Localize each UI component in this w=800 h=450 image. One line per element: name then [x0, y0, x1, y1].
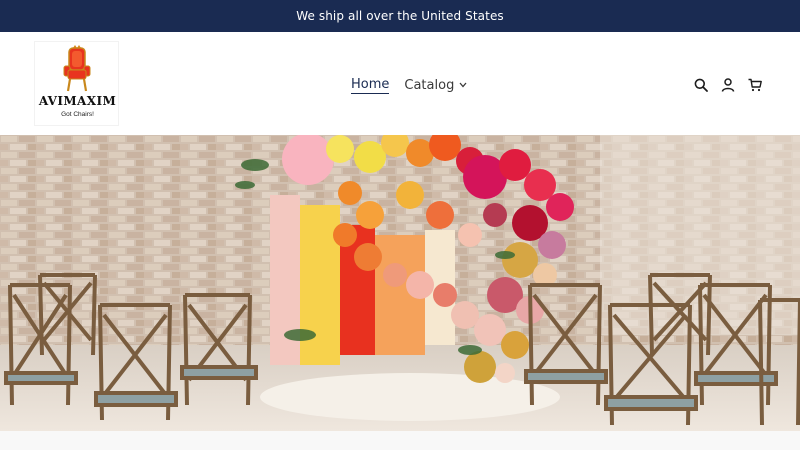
site-header: AVIMAXIM Got Chairs! Home Catalog: [0, 32, 800, 135]
search-icon[interactable]: [694, 77, 708, 92]
nav-catalog-label: Catalog: [404, 77, 455, 93]
page-section-divider: [0, 431, 800, 450]
chair-logo-icon: [63, 45, 91, 92]
logo[interactable]: AVIMAXIM Got Chairs!: [34, 41, 119, 126]
nav-home-label: Home: [351, 76, 390, 92]
nav-home-link[interactable]: Home: [351, 76, 390, 94]
announcement-text: We ship all over the United States: [296, 9, 504, 23]
announcement-bar: We ship all over the United States: [0, 0, 800, 32]
logo-tagline: Got Chairs!: [61, 111, 94, 118]
cart-icon[interactable]: [748, 77, 762, 92]
chevron-down-icon: [459, 82, 467, 88]
header-icons: [694, 77, 762, 92]
main-nav: Home Catalog: [351, 76, 467, 94]
logo-brand: AVIMAXIM: [38, 94, 117, 108]
nav-catalog-link[interactable]: Catalog: [404, 78, 467, 93]
hero-banner-image: [0, 135, 800, 431]
account-icon[interactable]: [721, 77, 735, 92]
